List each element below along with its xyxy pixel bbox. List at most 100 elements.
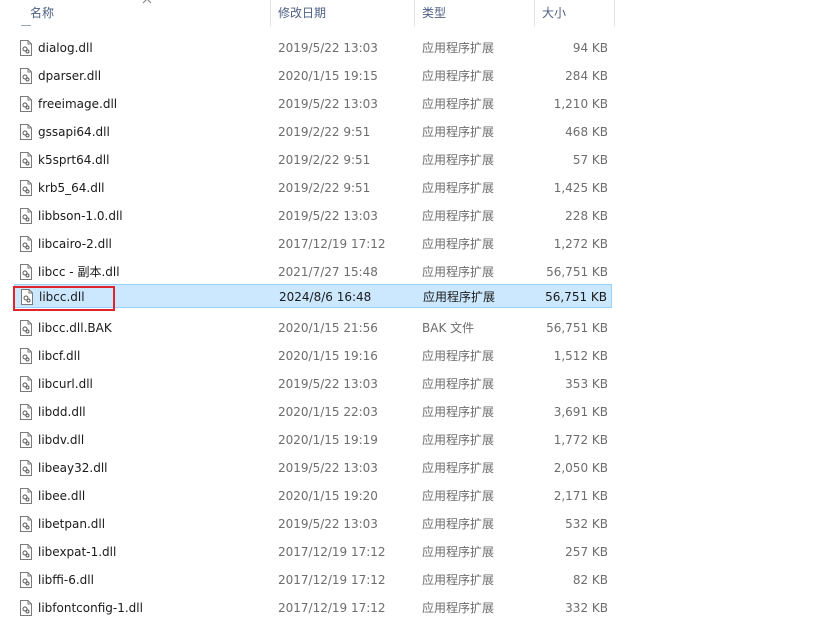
file-row[interactable]: libdd.dll 2020/1/15 22:03 应用程序扩展 3,691 KB — [14, 400, 612, 424]
dll-file-icon — [20, 180, 32, 196]
file-row[interactable]: libcc.dll.BAK 2020/1/15 21:56 BAK 文件 56,751… — [14, 316, 612, 340]
file-modified-date: 2017/12/19 17:12 — [278, 237, 386, 251]
header-type[interactable]: 类型 — [422, 0, 534, 26]
file-name[interactable]: libee.dll — [38, 484, 85, 508]
file-name[interactable]: freeimage.dll — [38, 92, 117, 116]
file-row[interactable]: libffi-6.dll 2017/12/19 17:12 应用程序扩展 82 KB — [14, 568, 612, 592]
file-row[interactable]: libeay32.dll 2019/5/22 13:03 应用程序扩展 2,050 K… — [14, 456, 612, 480]
file-type: 应用程序扩展 — [422, 97, 495, 111]
file-modified-date: 2019/5/22 13:03 — [278, 461, 378, 475]
file-row[interactable]: k5sprt64.dll 2019/2/22 9:51 应用程序扩展 57 KB — [14, 148, 612, 172]
file-type: 应用程序扩展 — [422, 461, 495, 475]
dll-file-icon — [20, 432, 32, 448]
file-type: 应用程序扩展 — [423, 290, 496, 304]
file-type: 应用程序扩展 — [422, 209, 495, 223]
header-divider[interactable] — [534, 0, 535, 26]
file-name[interactable]: dparser.dll — [38, 64, 101, 88]
header-divider[interactable] — [270, 0, 271, 26]
header-divider[interactable] — [414, 0, 415, 26]
dll-file-icon — [20, 600, 32, 616]
dll-file-icon — [20, 124, 32, 140]
file-name[interactable]: libffi-6.dll — [38, 568, 94, 592]
file-row[interactable]: libbson-1.0.dll 2019/5/22 13:03 应用程序扩展 228 … — [14, 204, 612, 228]
file-name[interactable]: gssapi64.dll — [38, 120, 110, 144]
file-type: 应用程序扩展 — [422, 153, 495, 167]
dll-file-icon — [20, 320, 32, 336]
file-modified-date: 2017/12/19 17:12 — [278, 601, 386, 615]
annotation-highlight-box — [13, 286, 115, 311]
file-row[interactable]: gssapi64.dll 2019/2/22 9:51 应用程序扩展 468 KB — [14, 120, 612, 144]
file-row[interactable]: libcurl.dll 2019/5/22 13:03 应用程序扩展 353 KB — [14, 372, 612, 396]
file-name[interactable]: libetpan.dll — [38, 512, 105, 536]
file-size: 1,272 KB — [553, 237, 608, 251]
dll-file-icon — [20, 460, 32, 476]
file-name[interactable]: libdv.dll — [38, 428, 84, 452]
file-name[interactable]: libexpat-1.dll — [38, 540, 116, 564]
header-underline — [21, 25, 31, 26]
file-size: 1,512 KB — [553, 349, 608, 363]
file-name[interactable]: libeay32.dll — [38, 456, 108, 480]
file-row[interactable]: libee.dll 2020/1/15 19:20 应用程序扩展 2,171 KB — [14, 484, 612, 508]
file-name[interactable]: libfontconfig-1.dll — [38, 596, 143, 620]
dll-file-icon — [20, 208, 32, 224]
file-name[interactable]: libbson-1.0.dll — [38, 204, 123, 228]
file-name[interactable]: krb5_64.dll — [38, 176, 105, 200]
file-name[interactable]: k5sprt64.dll — [38, 148, 109, 172]
dll-file-icon — [20, 68, 32, 84]
file-name[interactable]: libcurl.dll — [38, 372, 93, 396]
header-name[interactable]: 名称 — [30, 0, 270, 26]
file-type: 应用程序扩展 — [422, 69, 495, 83]
file-size: 94 KB — [572, 41, 608, 55]
file-name[interactable]: libcf.dll — [38, 344, 80, 368]
header-divider[interactable] — [614, 0, 615, 26]
file-row[interactable]: krb5_64.dll 2019/2/22 9:51 应用程序扩展 1,425 KB — [14, 176, 612, 200]
file-row[interactable]: dialog.dll 2019/5/22 13:03 应用程序扩展 94 KB — [14, 36, 612, 60]
dll-file-icon — [20, 516, 32, 532]
file-type: 应用程序扩展 — [422, 545, 495, 559]
file-modified-date: 2020/1/15 21:56 — [278, 321, 378, 335]
file-size: 56,751 KB — [546, 265, 608, 279]
dll-file-icon — [20, 40, 32, 56]
dll-file-icon — [20, 236, 32, 252]
file-modified-date: 2020/1/15 19:20 — [278, 489, 378, 503]
file-name[interactable]: libdd.dll — [38, 400, 86, 424]
file-size: 57 KB — [572, 153, 608, 167]
file-size: 257 KB — [565, 545, 608, 559]
file-size: 468 KB — [565, 125, 608, 139]
file-row[interactable]: libcf.dll 2020/1/15 19:16 应用程序扩展 1,512 KB — [14, 344, 612, 368]
file-row[interactable]: libexpat-1.dll 2017/12/19 17:12 应用程序扩展 257 … — [14, 540, 612, 564]
file-type: 应用程序扩展 — [422, 405, 495, 419]
file-type: 应用程序扩展 — [422, 573, 495, 587]
file-row[interactable]: libetpan.dll 2019/5/22 13:03 应用程序扩展 532 KB — [14, 512, 612, 536]
file-type: 应用程序扩展 — [422, 349, 495, 363]
file-row[interactable]: libcairo-2.dll 2017/12/19 17:12 应用程序扩展 1,27… — [14, 232, 612, 256]
file-name[interactable]: libcc - 副本.dll — [38, 260, 120, 284]
header-date[interactable]: 修改日期 — [278, 0, 414, 26]
file-modified-date: 2017/12/19 17:12 — [278, 573, 386, 587]
file-size: 332 KB — [565, 601, 608, 615]
file-modified-date: 2019/5/22 13:03 — [278, 517, 378, 531]
file-row[interactable]: libdv.dll 2020/1/15 19:19 应用程序扩展 1,772 KB — [14, 428, 612, 452]
file-name[interactable]: libcairo-2.dll — [38, 232, 112, 256]
file-row[interactable]: dparser.dll 2020/1/15 19:15 应用程序扩展 284 KB — [14, 64, 612, 88]
file-modified-date: 2020/1/15 19:19 — [278, 433, 378, 447]
dll-file-icon — [20, 376, 32, 392]
file-size: 1,425 KB — [553, 181, 608, 195]
dll-file-icon — [20, 572, 32, 588]
file-type: 应用程序扩展 — [422, 125, 495, 139]
file-modified-date: 2024/8/6 16:48 — [279, 290, 372, 304]
header-size[interactable]: 大小 — [542, 0, 612, 26]
file-modified-date: 2017/12/19 17:12 — [278, 545, 386, 559]
file-size: 3,691 KB — [553, 405, 608, 419]
file-size: 1,210 KB — [553, 97, 608, 111]
dll-file-icon — [20, 348, 32, 364]
file-row[interactable]: freeimage.dll 2019/5/22 13:03 应用程序扩展 1,210 … — [14, 92, 612, 116]
file-size: 284 KB — [565, 69, 608, 83]
file-name[interactable]: libcc.dll.BAK — [38, 316, 112, 340]
file-modified-date: 2019/5/22 13:03 — [278, 209, 378, 223]
file-row[interactable]: libfontconfig-1.dll 2017/12/19 17:12 应用程序扩… — [14, 596, 612, 620]
dll-file-icon — [20, 264, 32, 280]
file-row[interactable]: libcc - 副本.dll 2021/7/27 15:48 应用程序扩展 56,75… — [14, 260, 612, 284]
file-name[interactable]: dialog.dll — [38, 36, 93, 60]
dll-file-icon — [20, 544, 32, 560]
